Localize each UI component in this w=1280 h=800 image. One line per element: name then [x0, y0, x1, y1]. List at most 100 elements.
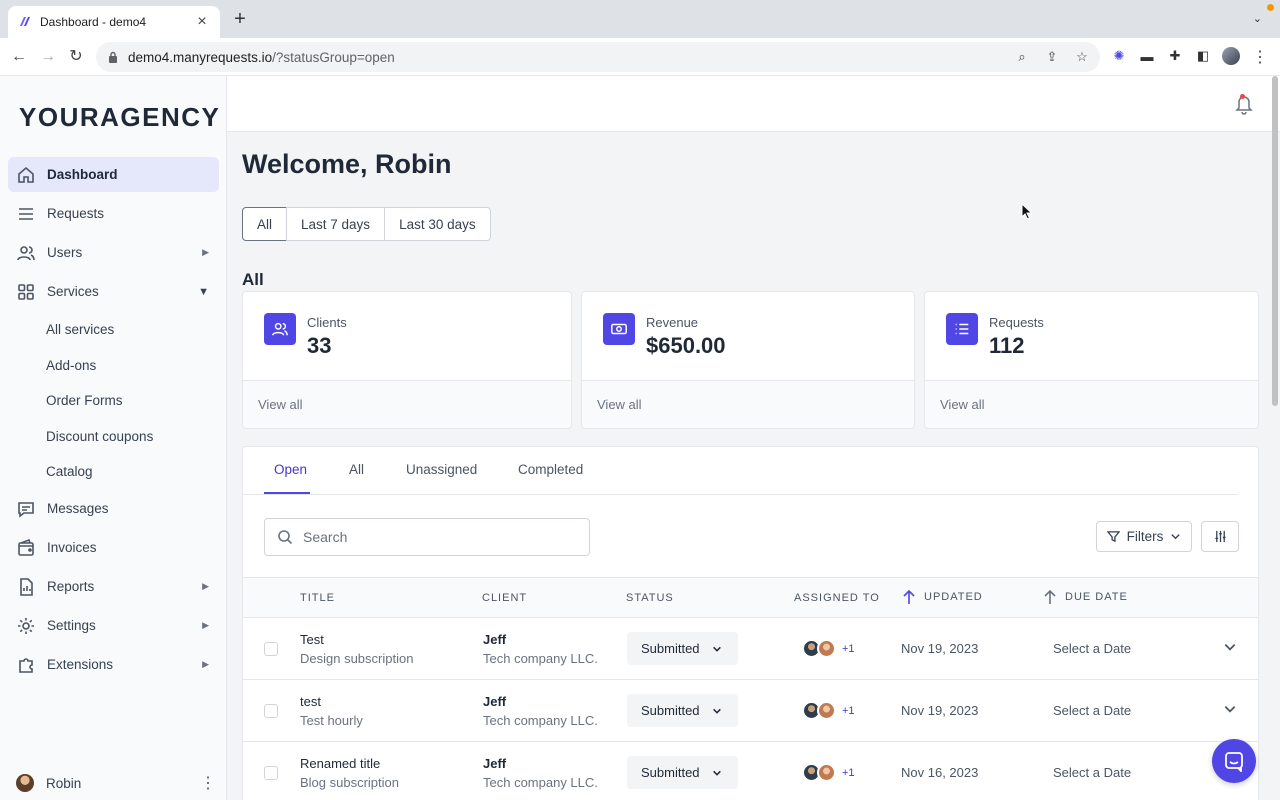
- bookmark-star-icon[interactable]: ☆: [1074, 49, 1090, 65]
- favicon-icon: [20, 17, 30, 26]
- sidebar-item-dashboard[interactable]: Dashboard: [8, 157, 219, 192]
- range-all-button[interactable]: All: [242, 207, 288, 241]
- more-vertical-icon[interactable]: ⋮: [200, 773, 216, 793]
- request-title[interactable]: test: [300, 694, 321, 709]
- column-assigned-to[interactable]: ASSIGNED TO: [794, 592, 880, 604]
- sidebar-item-reports[interactable]: Reports ▶: [8, 569, 219, 604]
- range-7-days-button[interactable]: Last 7 days: [286, 207, 386, 241]
- extension-gear-icon[interactable]: ✺: [1110, 47, 1128, 65]
- client-name[interactable]: Jeff: [483, 756, 506, 771]
- back-icon[interactable]: ←: [9, 47, 29, 67]
- due-date-picker[interactable]: Select a Date: [1053, 641, 1131, 656]
- sliders-icon: [1214, 530, 1226, 543]
- status-dropdown[interactable]: Submitted: [627, 694, 738, 727]
- avatar: [817, 701, 836, 720]
- tab-search-icon[interactable]: ⌄: [1253, 12, 1262, 25]
- address-bar[interactable]: demo4.manyrequests.io/?statusGroup=open …: [96, 42, 1100, 72]
- chevron-down-icon[interactable]: [1223, 640, 1237, 654]
- sidebar-subitem-discount-coupons[interactable]: Discount coupons: [46, 429, 153, 444]
- table-row[interactable]: Test Design subscription Jeff Tech compa…: [243, 618, 1258, 680]
- reload-icon[interactable]: ↻: [66, 47, 86, 67]
- chat-bubble-icon: [1225, 752, 1243, 772]
- side-panel-icon[interactable]: ◧: [1194, 47, 1212, 65]
- row-checkbox[interactable]: [264, 766, 278, 780]
- sidebar-item-requests[interactable]: Requests: [8, 196, 219, 231]
- sidebar-subitem-add-ons[interactable]: Add-ons: [46, 358, 96, 373]
- sidebar: YOURAGENCY Dashboard Requests Users ▶ Se…: [0, 76, 227, 800]
- browser-tab[interactable]: Dashboard - demo4 ×: [8, 6, 220, 38]
- home-icon: [18, 166, 34, 183]
- chevron-down-icon: [712, 708, 721, 714]
- range-30-days-button[interactable]: Last 30 days: [384, 207, 491, 241]
- chevron-down-icon: [712, 646, 721, 652]
- column-title[interactable]: TITLE: [300, 592, 335, 604]
- due-date-picker[interactable]: Select a Date: [1053, 765, 1131, 780]
- profile-avatar[interactable]: [1222, 47, 1240, 65]
- sidebar-subitem-catalog[interactable]: Catalog: [46, 464, 93, 479]
- share-icon[interactable]: ⇪: [1044, 49, 1060, 65]
- tab-completed[interactable]: Completed: [518, 462, 583, 477]
- sidebar-item-messages[interactable]: Messages: [8, 491, 219, 526]
- tab-all[interactable]: All: [349, 462, 364, 477]
- column-due-date[interactable]: DUE DATE: [1043, 589, 1128, 605]
- chevron-down-icon[interactable]: [1223, 702, 1237, 716]
- view-all-revenue-link[interactable]: View all: [597, 397, 642, 412]
- current-user[interactable]: Robin ⋮: [16, 774, 216, 792]
- client-name[interactable]: Jeff: [483, 632, 506, 647]
- table-row[interactable]: Renamed title Blog subscription Jeff Tec…: [243, 742, 1258, 800]
- row-checkbox[interactable]: [264, 704, 278, 718]
- extension-box-icon[interactable]: ▬: [1138, 47, 1156, 65]
- request-title[interactable]: Renamed title: [300, 756, 380, 771]
- assignees[interactable]: +1: [802, 701, 855, 720]
- sidebar-item-extensions[interactable]: Extensions ▶: [8, 647, 219, 682]
- sidebar-item-users[interactable]: Users ▶: [8, 235, 219, 270]
- browser-menu-icon[interactable]: ⋮: [1252, 47, 1268, 67]
- updated-date: Nov 16, 2023: [901, 765, 979, 780]
- chat-launcher-button[interactable]: [1212, 739, 1256, 783]
- row-checkbox[interactable]: [264, 642, 278, 656]
- column-status[interactable]: STATUS: [626, 592, 674, 604]
- column-settings-button[interactable]: [1201, 521, 1239, 552]
- sidebar-subitem-all-services[interactable]: All services: [46, 322, 114, 337]
- tab-unassigned[interactable]: Unassigned: [406, 462, 477, 477]
- requests-panel: Open All Unassigned Completed Filters TI…: [242, 446, 1259, 800]
- sidebar-item-services[interactable]: Services ▼: [8, 274, 219, 309]
- search-input[interactable]: [303, 529, 583, 545]
- avatar: [817, 639, 836, 658]
- table-row[interactable]: test Test hourly Jeff Tech company LLC. …: [243, 680, 1258, 742]
- due-date-picker[interactable]: Select a Date: [1053, 703, 1131, 718]
- date-range-group: All Last 7 days Last 30 days: [242, 207, 491, 241]
- sidebar-item-settings[interactable]: Settings ▶: [8, 608, 219, 643]
- extensions-puzzle-icon[interactable]: ✚: [1166, 47, 1184, 65]
- caret-right-icon: ▶: [202, 247, 209, 257]
- page-scrollbar[interactable]: [1272, 76, 1278, 406]
- sidebar-subitem-order-forms[interactable]: Order Forms: [46, 393, 123, 408]
- zoom-icon[interactable]: ⌕: [1014, 49, 1030, 65]
- forward-icon[interactable]: →: [38, 47, 58, 67]
- view-all-clients-link[interactable]: View all: [258, 397, 303, 412]
- cash-icon: [603, 313, 635, 345]
- filters-button[interactable]: Filters: [1096, 521, 1192, 552]
- column-updated[interactable]: UPDATED: [902, 589, 983, 605]
- search-box[interactable]: [264, 518, 590, 556]
- wallet-icon: [18, 538, 34, 556]
- status-dropdown[interactable]: Submitted: [627, 632, 738, 665]
- assignees[interactable]: +1: [802, 639, 855, 658]
- sidebar-item-label: Messages: [47, 501, 109, 516]
- status-dropdown[interactable]: Submitted: [627, 756, 738, 789]
- assignees[interactable]: +1: [802, 763, 855, 782]
- card-label: Clients: [307, 315, 347, 330]
- request-tabs: Open All Unassigned Completed: [243, 447, 1238, 495]
- request-title[interactable]: Test: [300, 632, 324, 647]
- client-name[interactable]: Jeff: [483, 694, 506, 709]
- sidebar-item-invoices[interactable]: Invoices: [8, 530, 219, 565]
- filter-icon: [1106, 531, 1120, 543]
- browser-toolbar: ← → ↻ demo4.manyrequests.io/?statusGroup…: [0, 38, 1280, 76]
- tab-open[interactable]: Open: [274, 462, 307, 477]
- column-client[interactable]: CLIENT: [482, 592, 527, 604]
- new-tab-icon[interactable]: +: [230, 9, 250, 29]
- tab-title: Dashboard - demo4: [40, 15, 147, 29]
- tab-close-icon[interactable]: ×: [194, 13, 210, 31]
- view-all-requests-link[interactable]: View all: [940, 397, 985, 412]
- agency-logo[interactable]: YOURAGENCY: [19, 102, 220, 133]
